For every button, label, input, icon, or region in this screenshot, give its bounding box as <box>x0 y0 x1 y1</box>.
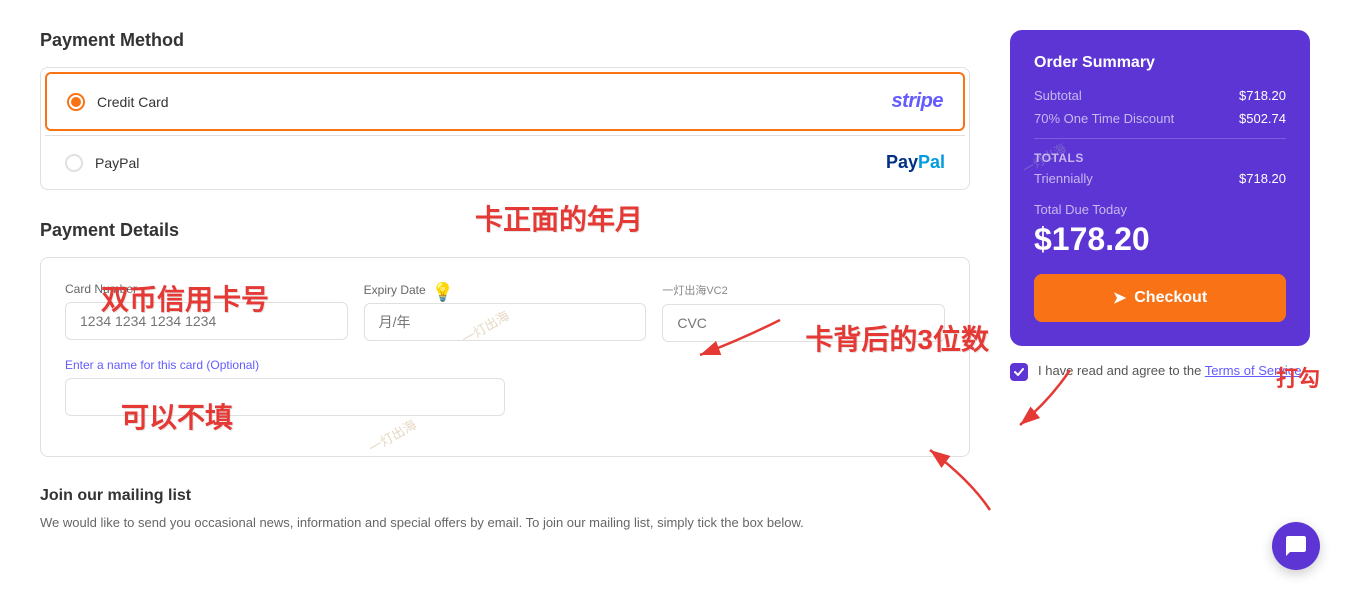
credit-card-radio[interactable] <box>67 93 85 111</box>
card-name-label: Enter a name for this card (Optional) <box>65 358 945 372</box>
triennially-row: Triennially $718.20 <box>1034 171 1286 186</box>
terms-checkbox[interactable] <box>1010 363 1028 381</box>
expiry-group: Expiry Date 💡 <box>364 282 647 342</box>
chat-icon <box>1284 534 1308 558</box>
card-fields-row: Card Number Expiry Date 💡 一灯出海VC2 <box>65 282 945 342</box>
triennially-value: $718.20 <box>1239 171 1286 186</box>
payment-method-box: Credit Card stripe PayPal PayPal <box>40 67 970 190</box>
card-number-input[interactable] <box>65 302 348 340</box>
payment-details-box: Card Number Expiry Date 💡 一灯出海VC2 <box>40 257 970 457</box>
discount-label: 70% One Time Discount <box>1034 111 1174 126</box>
expiry-label: Expiry Date <box>364 283 426 297</box>
right-panel: Order Summary Subtotal $718.20 70% One T… <box>1010 30 1310 533</box>
paypal-label: PayPal <box>95 155 139 171</box>
card-name-row: Enter a name for this card (Optional) <box>65 358 945 416</box>
terms-row: I have read and agree to the Terms of Se… <box>1010 362 1310 381</box>
cvc-hint-label: 一灯出海VC2 <box>662 282 945 298</box>
card-number-group: Card Number <box>65 282 348 342</box>
order-summary: Order Summary Subtotal $718.20 70% One T… <box>1010 30 1310 346</box>
mailing-description: We would like to send you occasional new… <box>40 513 970 533</box>
credit-card-left: Credit Card <box>67 93 169 111</box>
stripe-logo: stripe <box>892 90 943 113</box>
expiry-input[interactable] <box>364 303 647 341</box>
terms-of-service-link[interactable]: Terms of Service <box>1205 363 1302 378</box>
mailing-title: Join our mailing list <box>40 487 970 505</box>
card-number-label: Card Number <box>65 282 348 296</box>
cvc-input[interactable] <box>662 304 945 342</box>
total-due-label: Total Due Today <box>1034 202 1286 217</box>
card-name-input[interactable] <box>65 378 505 416</box>
checkout-arrow-icon: ➤ <box>1113 288 1126 308</box>
discount-value: $502.74 <box>1239 111 1286 126</box>
paypal-radio[interactable] <box>65 154 83 172</box>
terms-text: I have read and agree to the Terms of Se… <box>1038 362 1302 380</box>
mailing-section: Join our mailing list We would like to s… <box>40 487 970 533</box>
payment-method-title: Payment Method <box>40 30 970 51</box>
checkout-button[interactable]: ➤ Checkout <box>1034 274 1286 322</box>
terms-text-before: I have read and agree to the <box>1038 363 1205 378</box>
paypal-logo: PayPal <box>886 152 945 173</box>
payment-method-section: Payment Method Credit Card stripe PayPal <box>40 30 970 190</box>
order-summary-title: Order Summary <box>1034 54 1286 72</box>
checkmark-icon <box>1013 366 1025 378</box>
checkout-label: Checkout <box>1134 289 1207 307</box>
discount-row: 70% One Time Discount $502.74 <box>1034 111 1286 126</box>
subtotal-value: $718.20 <box>1239 88 1286 103</box>
cvc-group: 一灯出海VC2 <box>662 282 945 342</box>
paypal-left: PayPal <box>65 154 139 172</box>
summary-divider <box>1034 138 1286 139</box>
paypal-option[interactable]: PayPal PayPal <box>45 135 965 189</box>
triennially-label: Triennially <box>1034 171 1093 186</box>
subtotal-label: Subtotal <box>1034 88 1082 103</box>
credit-card-option[interactable]: Credit Card stripe <box>45 72 965 131</box>
card-name-group: Enter a name for this card (Optional) <box>65 358 945 416</box>
total-due-amount: $178.20 <box>1034 221 1286 258</box>
chat-bubble[interactable] <box>1272 522 1320 570</box>
payment-details-title: Payment Details <box>40 220 970 241</box>
totals-label: Totals <box>1034 151 1286 165</box>
payment-details-section: Payment Details Card Number Expiry Date … <box>40 220 970 457</box>
lightbulb-icon: 💡 <box>432 282 454 303</box>
subtotal-row: Subtotal $718.20 <box>1034 88 1286 103</box>
credit-card-label: Credit Card <box>97 94 169 110</box>
